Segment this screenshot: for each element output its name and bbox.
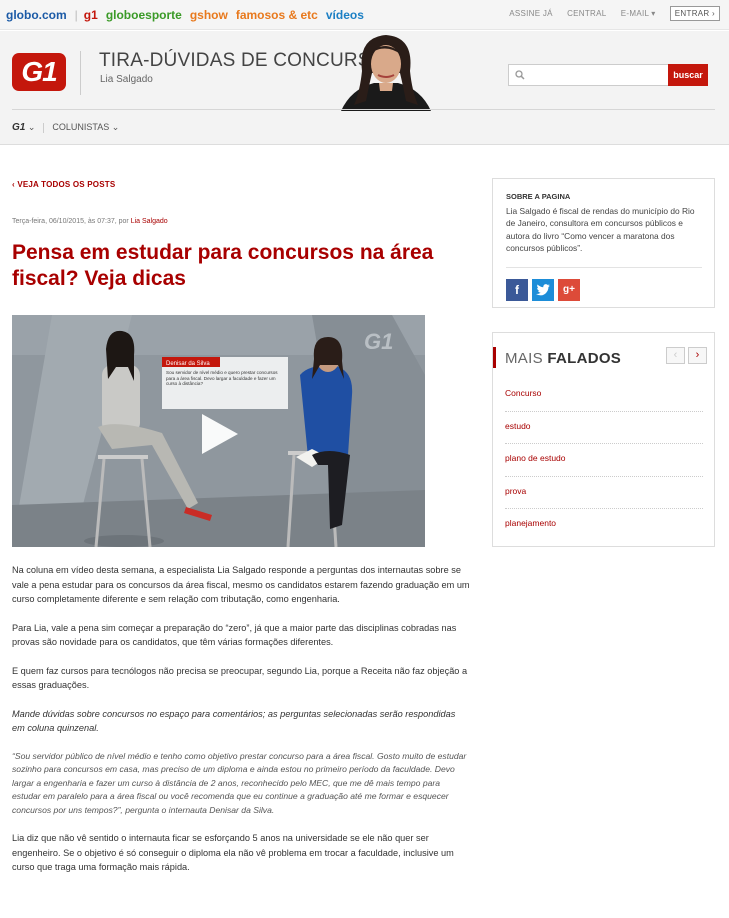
- subnav-colunistas[interactable]: COLUNISTAS ⌄: [52, 122, 119, 132]
- article-body: Na coluna em vídeo desta semana, a espec…: [12, 563, 470, 889]
- twitter-share-button[interactable]: [532, 279, 554, 301]
- googleplus-icon: g+: [563, 284, 575, 295]
- most-discussed-title: MAIS FALADOS: [505, 350, 621, 367]
- column-author: Lia Salgado: [100, 74, 153, 85]
- link-globo-com[interactable]: globo.com: [6, 8, 67, 22]
- back-link-label: VEJA TODOS OS POSTS: [17, 180, 116, 189]
- video-caption-text: Sou servidor de nível médio e quero pres…: [166, 370, 278, 387]
- link-gshow[interactable]: gshow: [190, 8, 228, 22]
- previous-button[interactable]: ‹: [666, 347, 685, 364]
- tag-link-estudo[interactable]: estudo: [505, 412, 703, 445]
- separator: [43, 122, 45, 133]
- column-header: G1 TIRA-DÚVIDAS DE CONCURSOS Lia Salgado…: [0, 31, 729, 145]
- chevron-down-icon: ⌄: [27, 122, 36, 132]
- chevron-right-icon: ›: [695, 349, 700, 361]
- chevron-left-icon: ‹: [12, 180, 15, 189]
- accent-bar: [493, 347, 496, 368]
- googleplus-share-button[interactable]: g+: [558, 279, 580, 301]
- about-title: SOBRE A PAGINA: [506, 192, 571, 201]
- link-g1[interactable]: g1: [84, 8, 98, 22]
- tag-list: Concurso estudo plano de estudo prova pl…: [505, 379, 703, 542]
- article-paragraph: Mande dúvidas sobre concursos no espaço …: [12, 708, 456, 734]
- post-author-link[interactable]: Lia Salgado: [131, 218, 168, 225]
- subnav-colunistas-label: COLUNISTAS: [52, 122, 110, 132]
- article-paragraph: Na coluna em vídeo desta semana, a espec…: [12, 565, 470, 604]
- g1-logo[interactable]: G1: [12, 53, 66, 91]
- subnav-g1-label: G1: [12, 122, 26, 133]
- email-label: E-MAIL: [620, 9, 650, 18]
- about-text: Lia Salgado é fiscal de rendas do municí…: [506, 206, 695, 254]
- article-paragraph: Para Lia, vale a pena sim começar a prep…: [12, 622, 457, 648]
- separator: |: [74, 8, 78, 22]
- search-input[interactable]: [508, 64, 668, 86]
- video-caption-name: Denisar da Silva: [166, 361, 210, 367]
- article-paragraph: Lia diz que não vê sentido o internauta …: [12, 833, 454, 873]
- tag-link-planejamento[interactable]: planejamento: [505, 509, 703, 542]
- link-central[interactable]: CENTRAL: [567, 9, 606, 18]
- chevron-down-icon: ▾: [651, 9, 656, 18]
- search-button[interactable]: buscar: [668, 64, 708, 86]
- divider: [506, 267, 702, 268]
- chevron-right-icon: ›: [712, 9, 715, 18]
- about-page-box: SOBRE A PAGINA Lia Salgado é fiscal de r…: [492, 178, 715, 308]
- tag-link-concurso[interactable]: Concurso: [505, 379, 703, 412]
- globo-top-bar: globo.com | g1 globoesporte gshow famosos & e…: [0, 0, 729, 30]
- author-photo: [341, 35, 431, 111]
- most-discussed-box: MAIS FALADOS ‹ › Concurso estudo plano d…: [492, 332, 715, 547]
- login-label: ENTRAR: [674, 9, 710, 18]
- play-icon[interactable]: [200, 412, 240, 456]
- back-to-posts-link[interactable]: ‹ VEJA TODOS OS POSTS: [12, 180, 115, 189]
- title-light: MAIS: [505, 350, 548, 367]
- account-links: ASSINE JÁ CENTRAL E-MAIL ▾ ENTRAR ›: [497, 6, 720, 21]
- globo-network-links: globo.com | g1 globoesporte gshow famosos & e…: [6, 8, 372, 22]
- sub-navigation: G1 ⌄ COLUNISTAS ⌄: [12, 122, 119, 133]
- video-player[interactable]: G1 Denisar da Silva Sou servidor de níve…: [12, 315, 425, 547]
- post-meta: Terça-feira, 06/10/2015, às 07:37, por L…: [12, 218, 168, 225]
- chevron-left-icon: ‹: [673, 349, 678, 361]
- divider: [80, 51, 81, 95]
- facebook-icon: f: [515, 283, 519, 297]
- login-button[interactable]: ENTRAR ›: [669, 6, 720, 21]
- tag-link-prova[interactable]: prova: [505, 477, 703, 510]
- twitter-icon: [536, 284, 550, 296]
- link-globoesporte[interactable]: globoesporte: [106, 8, 182, 22]
- article-paragraph: E quem faz cursos para tecnólogos não pr…: [12, 665, 468, 691]
- next-button[interactable]: ›: [688, 347, 707, 364]
- subnav-g1[interactable]: G1 ⌄: [12, 122, 36, 133]
- svg-text:G1: G1: [364, 329, 393, 354]
- post-date: Terça-feira, 06/10/2015, às 07:37, por: [12, 218, 129, 225]
- tag-link-plano-de-estudo[interactable]: plano de estudo: [505, 444, 703, 477]
- facebook-share-button[interactable]: f: [506, 279, 528, 301]
- chevron-down-icon: ⌄: [111, 122, 120, 132]
- title-bold: FALADOS: [547, 350, 622, 367]
- link-email[interactable]: E-MAIL ▾: [621, 9, 656, 18]
- search-icon: [515, 70, 525, 80]
- link-videos[interactable]: vídeos: [326, 8, 364, 22]
- link-assine[interactable]: ASSINE JÁ: [509, 9, 553, 18]
- header-divider: [12, 109, 715, 110]
- reader-question-quote: “Sou servidor público de nível médio e t…: [12, 750, 467, 815]
- article-headline: Pensa em estudar para concursos na área …: [12, 241, 434, 290]
- link-famosos[interactable]: famosos & etc: [236, 8, 318, 22]
